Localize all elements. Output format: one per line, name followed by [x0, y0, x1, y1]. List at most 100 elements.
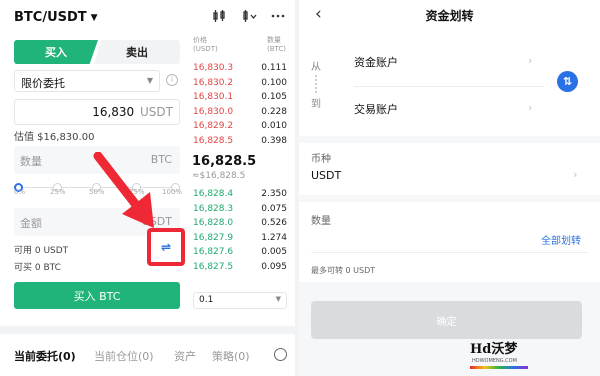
can-buy-amount: 可买 0 BTC — [14, 263, 61, 273]
orderbook-qty: 0.100 — [261, 77, 287, 88]
orderbook-row[interactable]: 16,827.5 0.095 — [193, 262, 287, 276]
orderbook-qty: 0.075 — [261, 203, 287, 214]
tab-strategies[interactable]: 策略(0) — [212, 348, 250, 364]
transfer-qty-input[interactable] — [311, 252, 588, 253]
transfer-qty-label: 数量 — [311, 216, 331, 227]
orderbook-price: 16,827.6 — [193, 247, 234, 257]
orderbook-price: 16,828.3 — [193, 203, 234, 214]
orderbook-row[interactable]: 16,828.5 0.398 — [193, 136, 287, 150]
orderbook-row[interactable]: 16,830.0 0.228 — [193, 107, 287, 121]
info-icon[interactable]: i — [166, 74, 178, 86]
orderbook-price: 16,830.3 — [193, 63, 234, 73]
account-section: ‹ 资金划转 从 到 资金账户 › 交易账户 › ⇅ — [299, 0, 600, 136]
confirm-button[interactable]: 确定 — [311, 301, 582, 339]
transfer-all-button[interactable]: 全部划转 — [541, 232, 581, 247]
orderbook-price: 16,830.2 — [193, 77, 234, 88]
caret-down-icon: ▼ — [275, 295, 281, 303]
from-account[interactable]: 资金账户 — [354, 54, 398, 70]
pair-label: BTC/USDT — [14, 10, 87, 25]
caret-down-icon: ▼ — [146, 76, 153, 85]
orderbook-price-header: 价格 (USDT) — [193, 36, 218, 53]
chevron-right-icon: › — [528, 101, 533, 114]
caret-down-icon: ▼ — [90, 13, 98, 23]
orderbook-qty: 0.095 — [261, 261, 287, 272]
estimate-value: 估值 $16,830.00 — [14, 132, 95, 143]
orderbook-qty: 0.105 — [261, 92, 287, 102]
candlestick-icon[interactable] — [212, 9, 226, 23]
orderbook-row[interactable]: 16,829.2 0.010 — [193, 121, 287, 135]
history-icon[interactable] — [274, 348, 287, 361]
orderbook-row[interactable]: 16,828.4 2.350 — [193, 189, 287, 203]
buy-btc-button[interactable]: 买入 BTC — [14, 282, 180, 309]
watermark-bar — [470, 366, 528, 369]
watermark-logo: Hd沃梦 HDWOMENG.COM — [470, 336, 528, 370]
page-title: 资金划转 — [425, 9, 474, 23]
to-label: 到 — [311, 99, 321, 110]
pair-selector[interactable]: BTC/USDT ▼ — [14, 10, 98, 25]
orderbook-row[interactable]: 16,827.6 0.005 — [193, 247, 287, 261]
slider-label: 100% — [162, 188, 183, 196]
depth-select[interactable]: 0.1 ▼ — [193, 292, 287, 309]
depth-value: 0.1 — [199, 295, 214, 305]
orderbook-price: 16,828.0 — [193, 218, 234, 228]
annotation-arrow-icon — [93, 152, 154, 228]
chevron-right-icon: › — [573, 168, 578, 181]
max-transfer-label: 最多可转 0 USDT — [311, 266, 376, 275]
price-input[interactable]: 16,830 USDT — [14, 99, 180, 125]
orderbook-price: 16,827.9 — [193, 232, 234, 243]
orderbook-qty: 0.398 — [261, 135, 287, 146]
orderbook-qty: 2.350 — [261, 189, 287, 199]
orderbook-row[interactable]: 16,828.0 0.526 — [193, 218, 287, 232]
orderbook-qty: 1.274 — [261, 232, 287, 243]
transfer-panel: ‹ 资金划转 从 到 资金账户 › 交易账户 › ⇅ 币种 USDT › 数量 … — [299, 0, 600, 376]
tab-buy[interactable]: 买入 — [14, 40, 98, 64]
slider-label: 25% — [50, 188, 66, 196]
tab-current-positions[interactable]: 当前仓位(0) — [94, 348, 154, 364]
orderbook-price: 16,830.1 — [193, 92, 234, 102]
orderbook-qty: 0.010 — [261, 121, 287, 131]
slider-label: 0% — [14, 188, 26, 196]
orderbook-qty: 0.228 — [261, 106, 287, 117]
order-type-label: 限价委托 — [21, 77, 65, 90]
available-balance: 可用 0 USDT — [14, 246, 69, 256]
quantity-section: 数量 全部划转 最多可转 0 USDT — [299, 202, 600, 282]
transfer-arrows-icon: ⇌ — [160, 240, 172, 254]
orderbook-price: 16,827.5 — [193, 261, 234, 272]
transfer-button[interactable]: ⇌ — [147, 228, 185, 266]
price-unit: USDT — [140, 105, 173, 119]
orderbook-qty-header: 数量 (BTC) — [267, 36, 287, 53]
price-value: 16,830 — [92, 105, 135, 119]
order-type-select[interactable]: 限价委托 ▼ — [14, 70, 160, 92]
orderbook-price: 16,829.2 — [193, 121, 234, 131]
divider — [354, 86, 544, 87]
quantity-placeholder: 数量 — [20, 155, 42, 168]
orderbook-row[interactable]: 16,830.1 0.105 — [193, 92, 287, 106]
tab-sell[interactable]: 卖出 — [94, 40, 180, 64]
orderbook-row[interactable]: 16,830.3 0.111 — [193, 63, 287, 77]
chevron-right-icon: › — [528, 54, 533, 67]
buy-sell-tabs: 买入 卖出 — [14, 40, 180, 64]
orderbook-qty: 0.111 — [261, 63, 287, 73]
orderbook-row[interactable]: 16,827.9 1.274 — [193, 233, 287, 247]
orderbook-price: 16,828.4 — [193, 189, 234, 199]
last-price: 16,828.5 — [192, 154, 257, 169]
tab-assets[interactable]: 资产 — [174, 348, 196, 364]
more-icon[interactable] — [271, 9, 285, 23]
last-price-fiat: ≈$16,828.5 — [192, 171, 246, 181]
orderbook-qty: 0.526 — [261, 218, 287, 228]
tab-current-orders[interactable]: 当前委托(0) — [14, 348, 76, 364]
orderbook-row[interactable]: 16,828.3 0.075 — [193, 204, 287, 218]
coin-value: USDT — [311, 169, 342, 182]
overflow-icon[interactable] — [242, 9, 258, 23]
amount-placeholder: 金额 — [20, 217, 42, 230]
to-account[interactable]: 交易账户 — [354, 101, 398, 117]
coin-label: 币种 — [311, 154, 331, 165]
bottom-tabs: 当前委托(0) 当前仓位(0) 资产 策略(0) — [0, 326, 295, 376]
from-label: 从 — [311, 62, 321, 73]
orderbook-price: 16,828.5 — [193, 135, 234, 146]
orderbook-row[interactable]: 16,830.2 0.100 — [193, 78, 287, 92]
coin-section[interactable]: 币种 USDT › — [299, 143, 600, 195]
connector-dots — [315, 75, 317, 93]
watermark-subtext: HDWOMENG.COM — [472, 358, 517, 364]
swap-accounts-icon[interactable]: ⇅ — [557, 71, 578, 92]
